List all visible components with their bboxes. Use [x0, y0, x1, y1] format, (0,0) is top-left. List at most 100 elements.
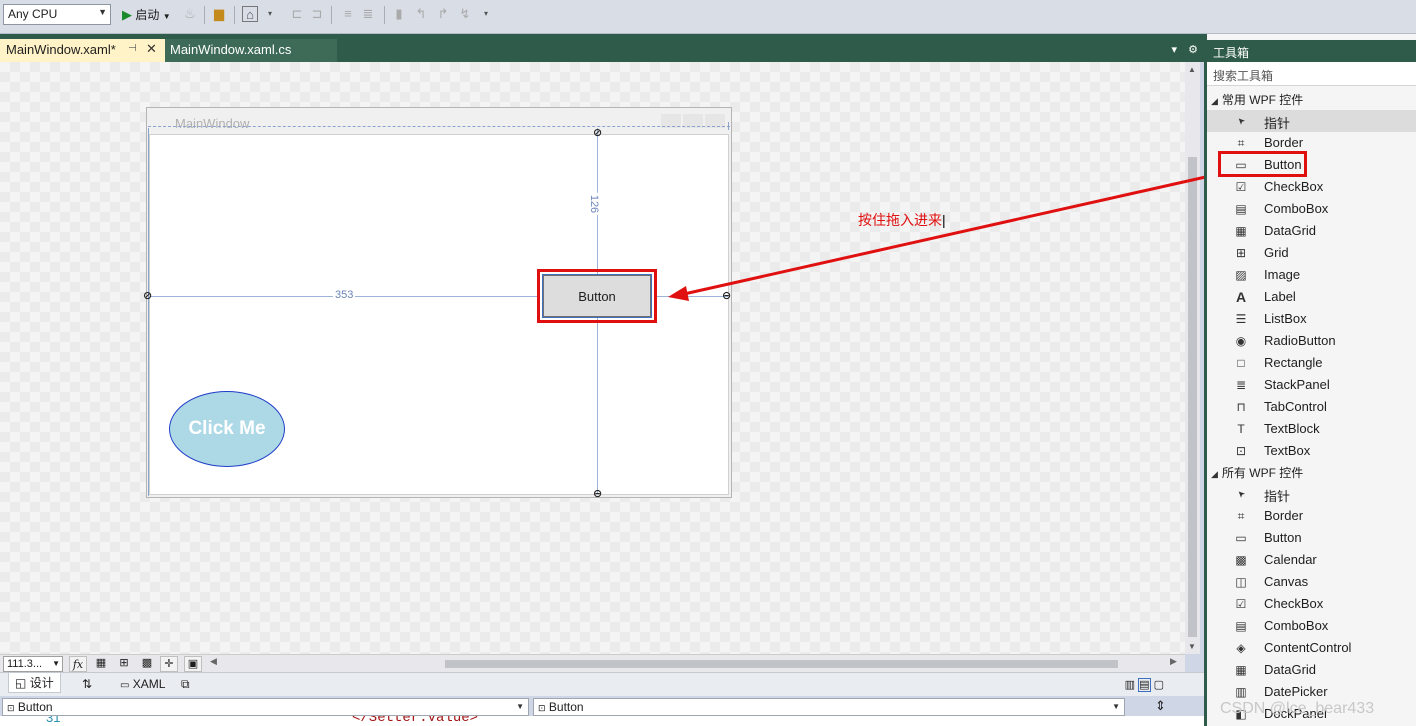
tab-xaml[interactable]: ▭ XAML	[120, 677, 165, 691]
textbox-icon: ⊡	[1235, 444, 1247, 458]
toolbox-item[interactable]: ≣ StackPanel	[1207, 374, 1416, 396]
platform-select[interactable]: Any CPU ▼	[3, 4, 111, 25]
toolbox-item[interactable]: ◈ ContentControl	[1207, 637, 1416, 659]
toolbox-item[interactable]: ➤ 指针	[1207, 483, 1416, 505]
toolbox-item[interactable]: □ Rectangle	[1207, 352, 1416, 374]
toolbox-item-label: Border	[1264, 135, 1304, 150]
border-icon: ⌗	[1237, 136, 1245, 150]
chevron-down-icon[interactable]: ▾	[262, 6, 278, 22]
stackpanel-icon: ≣	[1235, 378, 1247, 392]
align-right-icon[interactable]: ⊐	[309, 6, 325, 22]
start-button[interactable]: ▶ 启动 ▼	[122, 5, 171, 25]
toolbox-item[interactable]: ☑ CheckBox	[1207, 593, 1416, 615]
ellipse-text: Click Me	[188, 418, 266, 439]
scrollbar-thumb[interactable]	[1188, 157, 1197, 637]
vertical-scrollbar[interactable]: ▲ ▼	[1185, 62, 1200, 654]
horizontal-scroll-thumb[interactable]	[445, 660, 1118, 668]
anchor-icon[interactable]: ⊖	[722, 289, 731, 302]
toolbox-item[interactable]: ▦ DataGrid	[1207, 220, 1416, 242]
tab-mainwindow-xaml-cs[interactable]: MainWindow.xaml.cs	[165, 39, 337, 62]
collapse-pane-icon[interactable]: ▢	[1154, 679, 1164, 691]
chain-link-icon[interactable]: ⊘	[593, 126, 602, 139]
canvas-icon: ◫	[1235, 575, 1247, 589]
tab-design[interactable]: ◱ 设计	[8, 673, 61, 693]
artboard-icon[interactable]: ▩	[138, 656, 156, 672]
toolbox-item[interactable]: A Label	[1207, 286, 1416, 308]
split-toggle-icon[interactable]: ⇕	[1155, 698, 1166, 714]
scroll-left-icon[interactable]: ◀	[210, 656, 217, 667]
tab-mainwindow-xaml[interactable]: MainWindow.xaml* ⊣ ✕	[0, 39, 165, 62]
prev-bookmark-icon[interactable]: ↰	[413, 6, 429, 22]
xaml-editor[interactable]: 31 </Setter.Value>	[0, 716, 1204, 726]
toolbox-item[interactable]: ☑ CheckBox	[1207, 176, 1416, 198]
snap-grid-icon[interactable]: ⊞	[115, 656, 133, 672]
group-common-wpf[interactable]: ◢ 常用 WPF 控件	[1207, 88, 1416, 110]
toolbox-item[interactable]: ◉ RadioButton	[1207, 330, 1416, 352]
toolbox-item-label: ComboBox	[1264, 618, 1329, 633]
toolbox-item[interactable]: ◫ Canvas	[1207, 571, 1416, 593]
toolbox-item-label: Canvas	[1264, 574, 1309, 589]
toolbox-item[interactable]: T TextBlock	[1207, 418, 1416, 440]
swap-panes-button[interactable]: ⇅	[82, 677, 92, 691]
grid-layout-icon[interactable]: ▦	[92, 656, 110, 672]
close-icon[interactable]: ✕	[146, 41, 157, 57]
toolbox-item[interactable]: ⊓ TabControl	[1207, 396, 1416, 418]
toolbox-item[interactable]: ▦ DataGrid	[1207, 659, 1416, 681]
margin-left-label: 353	[333, 289, 356, 301]
toolbox-item[interactable]: ▩ Calendar	[1207, 549, 1416, 571]
toolbox-item[interactable]: ☰ ListBox	[1207, 308, 1416, 330]
folder-icon[interactable]: ▆	[211, 6, 227, 22]
zoom-select[interactable]: 111.3... ▼	[3, 656, 63, 672]
flame-icon[interactable]: ♨	[182, 6, 198, 22]
datagrid-icon: ▦	[1235, 224, 1247, 238]
popout-icon[interactable]: ⧉	[181, 677, 190, 692]
fx-icon[interactable]: fx	[69, 656, 87, 672]
group-all-wpf[interactable]: ◢ 所有 WPF 控件	[1207, 461, 1416, 483]
button-icon: ▭	[1235, 531, 1247, 545]
scroll-up-icon[interactable]: ▲	[1188, 65, 1196, 74]
toolbox-item-label: DataGrid	[1264, 662, 1317, 677]
toolbox-item[interactable]: ➤ 指针	[1207, 110, 1416, 132]
chain-link-icon[interactable]: ⊘	[143, 289, 152, 302]
chevron-down-icon: ▼	[52, 659, 60, 668]
horizontal-guide	[656, 296, 728, 297]
chevron-down-icon[interactable]: ▾	[478, 6, 494, 22]
toolbox-item[interactable]: ⊡ TextBox	[1207, 440, 1416, 462]
vertical-split-icon[interactable]: ▥	[1125, 679, 1135, 691]
checkbox-icon: ☑	[1235, 180, 1247, 194]
grid-line	[148, 126, 730, 127]
toolbox-item[interactable]: ▨ Image	[1207, 264, 1416, 286]
selector-left-value: Button	[17, 700, 53, 714]
toolbox-item[interactable]: ⌗ Border	[1207, 505, 1416, 527]
toolbox-item[interactable]: ⊞ Grid	[1207, 242, 1416, 264]
button-highlight-box: Button	[537, 269, 657, 323]
calendar-icon: ▩	[1235, 553, 1247, 567]
home-icon[interactable]: ⌂	[242, 6, 258, 22]
toolbox-item[interactable]: ▤ ComboBox	[1207, 615, 1416, 637]
snap-lines-icon[interactable]: ✛	[160, 656, 178, 672]
next-bookmark-icon[interactable]: ↱	[435, 6, 451, 22]
gear-icon[interactable]: ⚙	[1188, 44, 1198, 56]
toolbox-item[interactable]: ▭ Button	[1207, 527, 1416, 549]
click-me-ellipse[interactable]: Click Me	[169, 391, 285, 467]
chevron-down-icon[interactable]: ▼	[163, 12, 171, 21]
element-selector-right[interactable]: ⊡ Button ▼	[533, 698, 1125, 716]
comment-icon[interactable]: ≡	[340, 6, 356, 22]
scroll-down-icon[interactable]: ▼	[1188, 642, 1196, 651]
anchor-icon[interactable]: ⊖	[593, 487, 602, 500]
device-preview-icon[interactable]: ▣	[184, 656, 202, 672]
pointer-icon: ➤	[1234, 487, 1248, 501]
design-icon: ◱	[15, 676, 27, 690]
designer-button[interactable]: Button	[542, 274, 652, 318]
bookmark-icon[interactable]: ▮	[391, 6, 407, 22]
align-left-icon[interactable]: ⊏	[289, 6, 305, 22]
pin-icon[interactable]: ⊣	[128, 43, 137, 54]
element-selector-left[interactable]: ⊡ Button ▼	[2, 698, 529, 716]
toolbox-search-input[interactable]: 搜索工具箱	[1207, 62, 1416, 86]
toolbox-item[interactable]: ▤ ComboBox	[1207, 198, 1416, 220]
clear-bookmarks-icon[interactable]: ↯	[457, 6, 473, 22]
horizontal-split-icon[interactable]: ▤	[1138, 678, 1151, 692]
scroll-right-icon[interactable]: ▶	[1170, 656, 1177, 667]
chevron-down-icon[interactable]: ▾	[1172, 44, 1178, 56]
uncomment-icon[interactable]: ≣	[360, 6, 376, 22]
